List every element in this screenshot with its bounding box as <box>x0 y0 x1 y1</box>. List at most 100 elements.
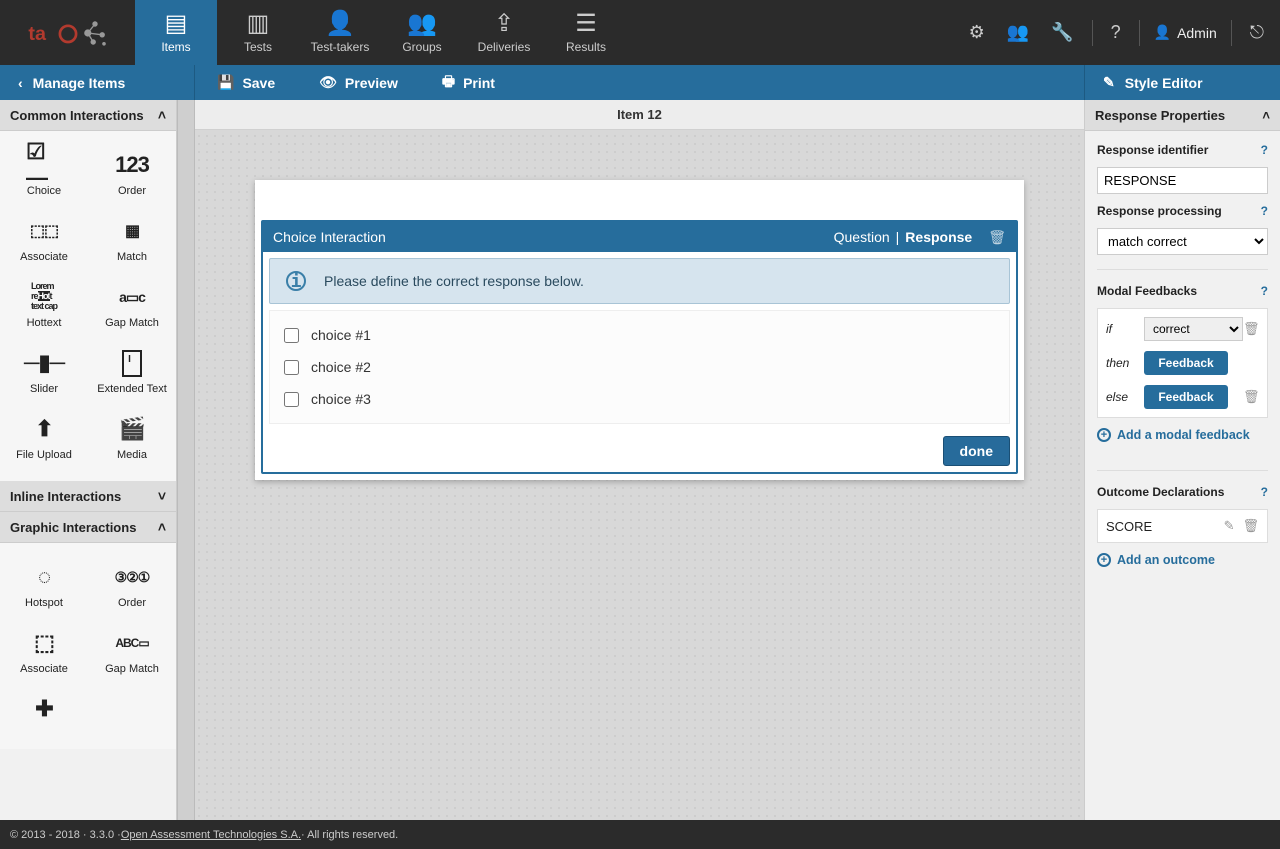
admin-menu[interactable]: 👤 Admin <box>1154 24 1217 41</box>
choice-row[interactable]: choice #3 <box>280 383 999 415</box>
nav-groups-tab[interactable]: 👥 Groups <box>381 0 463 65</box>
choice-checkbox[interactable] <box>284 360 299 375</box>
nav-items: ▤ Items ▥ Tests 👤 Test-takers 👥 Groups ⇪… <box>135 0 627 65</box>
delete-interaction-icon[interactable]: 🗑 <box>988 229 1006 246</box>
footer-org-link[interactable]: Open Assessment Technologies S.A. <box>121 829 301 841</box>
deliveries-icon: ⇪ <box>494 12 514 36</box>
logout-icon[interactable]: ⎋ <box>1246 22 1268 43</box>
nav-label: Groups <box>402 40 441 54</box>
nav-results-tab[interactable]: ☰ Results <box>545 0 627 65</box>
match-icon: ▦ <box>125 221 139 241</box>
chevron-down-icon: ˅ <box>158 488 166 504</box>
tile-label: Order <box>118 597 146 609</box>
select-point-icon: ✚ <box>35 696 52 722</box>
save-button[interactable]: 💾 Save <box>195 65 297 100</box>
tab-response[interactable]: Response <box>905 229 972 245</box>
response-identifier-input[interactable] <box>1097 167 1268 194</box>
print-icon: 🖶 <box>442 71 455 95</box>
tile-label: File Upload <box>16 449 72 461</box>
logo[interactable]: ta <box>0 0 135 65</box>
tile-hottext[interactable]: LoremreHotttext cap Hottext <box>0 271 88 337</box>
chevron-up-icon: ˄ <box>158 107 166 123</box>
footer-copyright: © 2013 - 2018 · 3.3.0 · <box>10 829 121 841</box>
add-modal-feedback-link[interactable]: + Add a modal feedback <box>1097 428 1268 442</box>
ci-title: Choice Interaction <box>273 229 386 245</box>
fb-else-button[interactable]: Feedback <box>1144 385 1228 409</box>
tile-gap-match[interactable]: a▭c Gap Match <box>88 271 176 337</box>
nav-test-takers-tab[interactable]: 👤 Test-takers <box>299 0 381 65</box>
footer-rights: · All rights reserved. <box>301 829 398 841</box>
style-editor-button[interactable]: ✎ Style Editor <box>1084 65 1280 100</box>
common-interactions-grid: ☑— Choice 123 Order ⬚⬚ Associate ▦ Match… <box>0 131 176 481</box>
left-sidebar: Common Interactions ˄ ☑— Choice 123 Orde… <box>0 100 177 820</box>
response-identifier-label: Response identifier ? <box>1097 143 1268 157</box>
users-icon[interactable]: 👥 <box>1003 22 1033 43</box>
fb-then-button[interactable]: Feedback <box>1144 351 1228 375</box>
nav-items-tab[interactable]: ▤ Items <box>135 0 217 65</box>
outcome-name: SCORE <box>1106 519 1224 534</box>
left-scrollbar[interactable] <box>177 100 195 820</box>
inline-interactions-header[interactable]: Inline Interactions ˅ <box>0 481 176 512</box>
nav-deliveries-tab[interactable]: ⇪ Deliveries <box>463 0 545 65</box>
delete-outcome-icon[interactable]: 🗑 <box>1242 518 1259 534</box>
test-takers-icon: 👤 <box>325 12 355 36</box>
outcome-declarations-label: Outcome Declarations ? <box>1097 485 1268 499</box>
help-icon[interactable]: ? <box>1261 284 1268 298</box>
edit-outcome-icon[interactable]: ✎ <box>1224 518 1235 534</box>
tile-order[interactable]: 123 Order <box>88 139 176 205</box>
media-icon: 🎬 <box>119 416 145 442</box>
response-processing-select[interactable]: match correct <box>1097 228 1268 255</box>
style-editor-label: Style Editor <box>1125 75 1203 91</box>
fb-if-label: if <box>1106 322 1144 336</box>
tile-extended-text[interactable]: I Extended Text <box>88 337 176 403</box>
add-outcome-link[interactable]: + Add an outcome <box>1097 553 1268 567</box>
help-icon[interactable]: ? <box>1261 204 1268 218</box>
action-bar: ‹ Manage Items 💾 Save 👁 Preview 🖶 Print … <box>0 65 1280 100</box>
tile-match[interactable]: ▦ Match <box>88 205 176 271</box>
tile-graphic-extra[interactable]: ✚ <box>0 683 88 737</box>
response-processing-label: Response processing ? <box>1097 204 1268 218</box>
choice-row[interactable]: choice #1 <box>280 319 999 351</box>
tab-question[interactable]: Question <box>834 229 890 245</box>
nav-tests-tab[interactable]: ▥ Tests <box>217 0 299 65</box>
hottext-icon: LoremreHotttext cap <box>31 282 57 312</box>
tile-slider[interactable]: ─▮─ Slider <box>0 337 88 403</box>
done-button[interactable]: done <box>943 436 1010 466</box>
tile-hotspot[interactable]: ◌ Hotspot <box>0 551 88 617</box>
tile-graphic-associate[interactable]: ⬚ Associate <box>0 617 88 683</box>
gap-match-icon: a▭c <box>119 289 145 306</box>
tools-icon[interactable]: 🔧 <box>1047 22 1077 43</box>
help-icon[interactable]: ? <box>1261 143 1268 157</box>
tests-icon: ▥ <box>247 12 270 36</box>
tile-file-upload[interactable]: ⬆ File Upload <box>0 403 88 469</box>
preview-button[interactable]: 👁 Preview <box>297 65 420 100</box>
tile-choice[interactable]: ☑— Choice <box>0 139 88 205</box>
fb-condition-select[interactable]: correct <box>1144 317 1243 341</box>
help-icon[interactable]: ? <box>1261 485 1268 499</box>
choice-label: choice #1 <box>311 327 371 343</box>
panel-title: Inline Interactions <box>10 489 121 504</box>
tile-associate[interactable]: ⬚⬚ Associate <box>0 205 88 271</box>
help-icon[interactable]: ? <box>1107 22 1125 43</box>
choice-row[interactable]: choice #2 <box>280 351 999 383</box>
manage-items-button[interactable]: ‹ Manage Items <box>0 65 195 100</box>
tile-media[interactable]: 🎬 Media <box>88 403 176 469</box>
tile-label: Associate <box>20 663 68 675</box>
info-icon: i <box>286 271 306 291</box>
graphic-interactions-header[interactable]: Graphic Interactions ˄ <box>0 512 176 543</box>
choice-checkbox[interactable] <box>284 392 299 407</box>
tile-graphic-gap-match[interactable]: ABC▭ Gap Match <box>88 617 176 683</box>
common-interactions-header[interactable]: Common Interactions ˄ <box>0 100 176 131</box>
tile-label: Gap Match <box>105 317 159 329</box>
fb-delete-icon[interactable]: 🗑 <box>1243 389 1259 405</box>
print-button[interactable]: 🖶 Print <box>420 65 517 100</box>
nav-label: Tests <box>244 40 272 54</box>
info-panel: i Please define the correct response bel… <box>269 258 1010 304</box>
settings-icon[interactable]: ⚙ <box>965 22 989 43</box>
outcome-row: SCORE ✎ 🗑 <box>1097 509 1268 543</box>
choice-checkbox[interactable] <box>284 328 299 343</box>
fb-delete-icon[interactable]: 🗑 <box>1243 321 1259 337</box>
response-properties-header[interactable]: Response Properties ˄ <box>1085 100 1280 131</box>
brush-icon: ✎ <box>1103 74 1115 91</box>
tile-graphic-order[interactable]: ③②① Order <box>88 551 176 617</box>
